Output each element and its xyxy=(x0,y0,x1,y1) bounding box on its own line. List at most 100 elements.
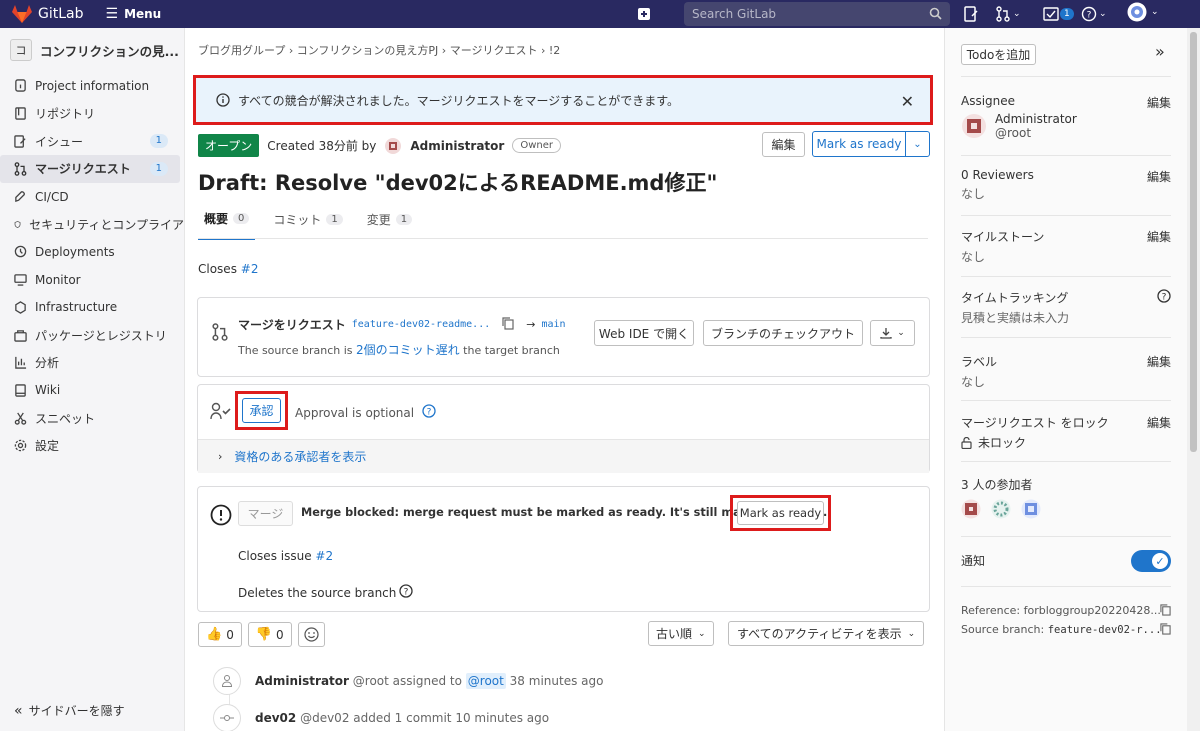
assignee-edit-link[interactable]: 編集 xyxy=(1147,94,1171,111)
menu-button[interactable]: ☰ Menu xyxy=(106,6,162,22)
gitlab-logo[interactable]: GitLab xyxy=(12,5,84,23)
status-badge: オープン xyxy=(198,134,260,157)
info-icon xyxy=(15,79,26,93)
thumbs-up-button[interactable]: 👍 0 xyxy=(198,622,242,647)
help-icon[interactable]: ? xyxy=(422,404,436,421)
tab-commits[interactable]: コミット 1 xyxy=(267,210,348,240)
help-icon[interactable]: ? xyxy=(399,584,414,601)
issues-icon[interactable] xyxy=(964,6,978,22)
author-name[interactable]: Administrator xyxy=(410,139,504,153)
add-reaction-button[interactable] xyxy=(297,622,325,647)
divider xyxy=(961,76,1171,77)
sidebar-item-packages[interactable]: パッケージとレジストリ xyxy=(0,321,184,349)
sidebar-item-monitor[interactable]: Monitor xyxy=(0,266,184,294)
time-tracking-label: タイムトラッキング xyxy=(961,291,1069,305)
collapse-right-sidebar-icon[interactable]: » xyxy=(1155,42,1165,61)
copy-icon[interactable] xyxy=(502,316,514,333)
lock-edit-link[interactable]: 編集 xyxy=(1147,414,1171,431)
avatar[interactable] xyxy=(991,499,1011,519)
user-avatar-menu[interactable]: ⌄ xyxy=(1127,2,1159,22)
reviewers-edit-link[interactable]: 編集 xyxy=(1147,168,1171,185)
sidebar-item-repository[interactable]: リポジトリ xyxy=(0,100,184,128)
commits-behind-link[interactable]: 2個のコミット遅れ xyxy=(356,343,460,357)
repository-icon xyxy=(15,107,26,120)
checkout-branch-button[interactable]: ブランチのチェックアウト xyxy=(703,320,863,346)
closes-issue-link[interactable]: #2 xyxy=(241,262,259,276)
avatar[interactable] xyxy=(1021,499,1041,519)
tab-changes[interactable]: 変更 1 xyxy=(361,210,418,240)
sidebar-item-analytics[interactable]: 分析 xyxy=(0,349,184,377)
merge-widget-card: マージ Merge blocked: merge request must be… xyxy=(197,486,930,612)
milestone-edit-link[interactable]: 編集 xyxy=(1147,228,1171,245)
collapse-sidebar-label: サイドバーを隠す xyxy=(28,704,125,718)
sidebar-item-cicd[interactable]: CI/CD xyxy=(0,183,184,211)
collapse-sidebar-button[interactable]: « サイドバーを隠す xyxy=(14,702,125,719)
sidebar-item-wiki[interactable]: Wiki xyxy=(0,377,184,405)
closes-issue-link[interactable]: #2 xyxy=(315,549,333,563)
sidebar-item-snippets[interactable]: スニペット xyxy=(0,404,184,432)
milestone-value: なし xyxy=(961,250,986,264)
merge-button[interactable]: マージ xyxy=(238,501,293,526)
mark-as-ready-widget-button[interactable]: Mark as ready xyxy=(737,501,824,525)
tab-overview[interactable]: 概要 0 xyxy=(198,210,256,240)
time-tracking-value: 見積と実績は未入力 xyxy=(961,311,1070,325)
sidebar-item-security[interactable]: セキュリティとコンプライア xyxy=(0,210,184,238)
lock-label: マージリクエスト をロック xyxy=(961,416,1109,430)
sidebar-item-settings[interactable]: 設定 xyxy=(0,432,184,460)
search-input[interactable]: Search GitLab xyxy=(684,2,950,26)
scrollbar[interactable] xyxy=(1187,28,1200,731)
help-icon[interactable]: ? ⌄ xyxy=(1081,6,1107,22)
breadcrumb-item[interactable]: コンフリクションの見え方PJ xyxy=(297,44,439,57)
add-todo-button[interactable]: Todoを追加 xyxy=(961,44,1036,65)
help-icon[interactable]: ? xyxy=(1157,289,1171,306)
chevron-down-icon: ⌄ xyxy=(1013,9,1021,19)
project-avatar: コ xyxy=(10,39,32,61)
mark-ready-dropdown[interactable]: ⌄ xyxy=(905,132,929,156)
breadcrumb: ブログ用グループ › コンフリクションの見え方PJ › マージリクエスト › !… xyxy=(198,42,560,58)
merge-requests-icon[interactable]: ⌄ xyxy=(996,6,1021,22)
source-branch-link[interactable]: feature-dev02-readme... xyxy=(352,319,490,330)
new-plus-icon[interactable] xyxy=(636,6,652,22)
todos-icon[interactable]: 1 xyxy=(1043,6,1074,22)
mark-ready-label: Mark as ready xyxy=(739,506,822,520)
web-ide-button[interactable]: Web IDE で開く xyxy=(594,320,694,346)
sort-dropdown[interactable]: 古い順 ⌄ xyxy=(648,621,714,646)
show-approvers-row[interactable]: › 資格のある承認者を表示 xyxy=(198,439,929,473)
assignee-handle: @root xyxy=(995,126,1032,140)
avatar[interactable] xyxy=(961,499,981,519)
warning-icon xyxy=(210,504,232,526)
notifications-toggle[interactable]: ✓ xyxy=(1131,550,1171,572)
sidebar-item-project-information[interactable]: Project information xyxy=(0,72,184,100)
smiley-icon xyxy=(304,627,319,642)
breadcrumb-item[interactable]: マージリクエスト xyxy=(450,44,538,57)
closes-prefix: Closes xyxy=(198,262,237,276)
copy-icon[interactable] xyxy=(1160,604,1171,619)
download-dropdown[interactable]: ⌄ xyxy=(870,320,915,346)
copy-icon[interactable] xyxy=(1160,623,1171,638)
close-icon[interactable]: ✕ xyxy=(901,92,914,111)
labels-edit-link[interactable]: 編集 xyxy=(1147,353,1171,370)
scrollbar-thumb[interactable] xyxy=(1190,32,1197,452)
approval-optional-label: Approval is optional xyxy=(295,405,415,420)
sidebar-item-deployments[interactable]: Deployments xyxy=(0,238,184,266)
mark-as-ready-button[interactable]: Mark as ready xyxy=(813,132,905,156)
activity-user[interactable]: Administrator xyxy=(255,674,349,688)
thumbs-down-button[interactable]: 👎 0 xyxy=(247,622,292,647)
breadcrumb-item[interactable]: !2 xyxy=(549,44,560,57)
activity-filter-dropdown[interactable]: すべてのアクティビティを表示 ⌄ xyxy=(728,621,925,646)
breadcrumb-item[interactable]: ブログ用グループ xyxy=(198,44,285,57)
activity-target[interactable]: @root xyxy=(465,673,506,689)
sidebar-item-label: Monitor xyxy=(35,272,81,287)
sidebar-item-merge-requests[interactable]: マージリクエスト 1 xyxy=(0,155,180,183)
status-suffix: the target branch xyxy=(463,344,560,357)
sidebar-item-issues[interactable]: イシュー 1 xyxy=(0,127,184,155)
lock-value: 未ロック xyxy=(978,436,1027,450)
sidebar-item-infrastructure[interactable]: Infrastructure xyxy=(0,294,184,322)
edit-button[interactable]: 編集 xyxy=(762,132,805,157)
chart-icon xyxy=(15,357,27,369)
activity-user[interactable]: dev02 xyxy=(255,711,296,725)
project-header[interactable]: コ コンフリクションの見... xyxy=(0,28,184,72)
target-branch-link[interactable]: main xyxy=(541,319,565,330)
assignee-user[interactable]: Administrator @root xyxy=(961,112,1171,140)
approve-button[interactable]: 承認 xyxy=(242,398,281,423)
